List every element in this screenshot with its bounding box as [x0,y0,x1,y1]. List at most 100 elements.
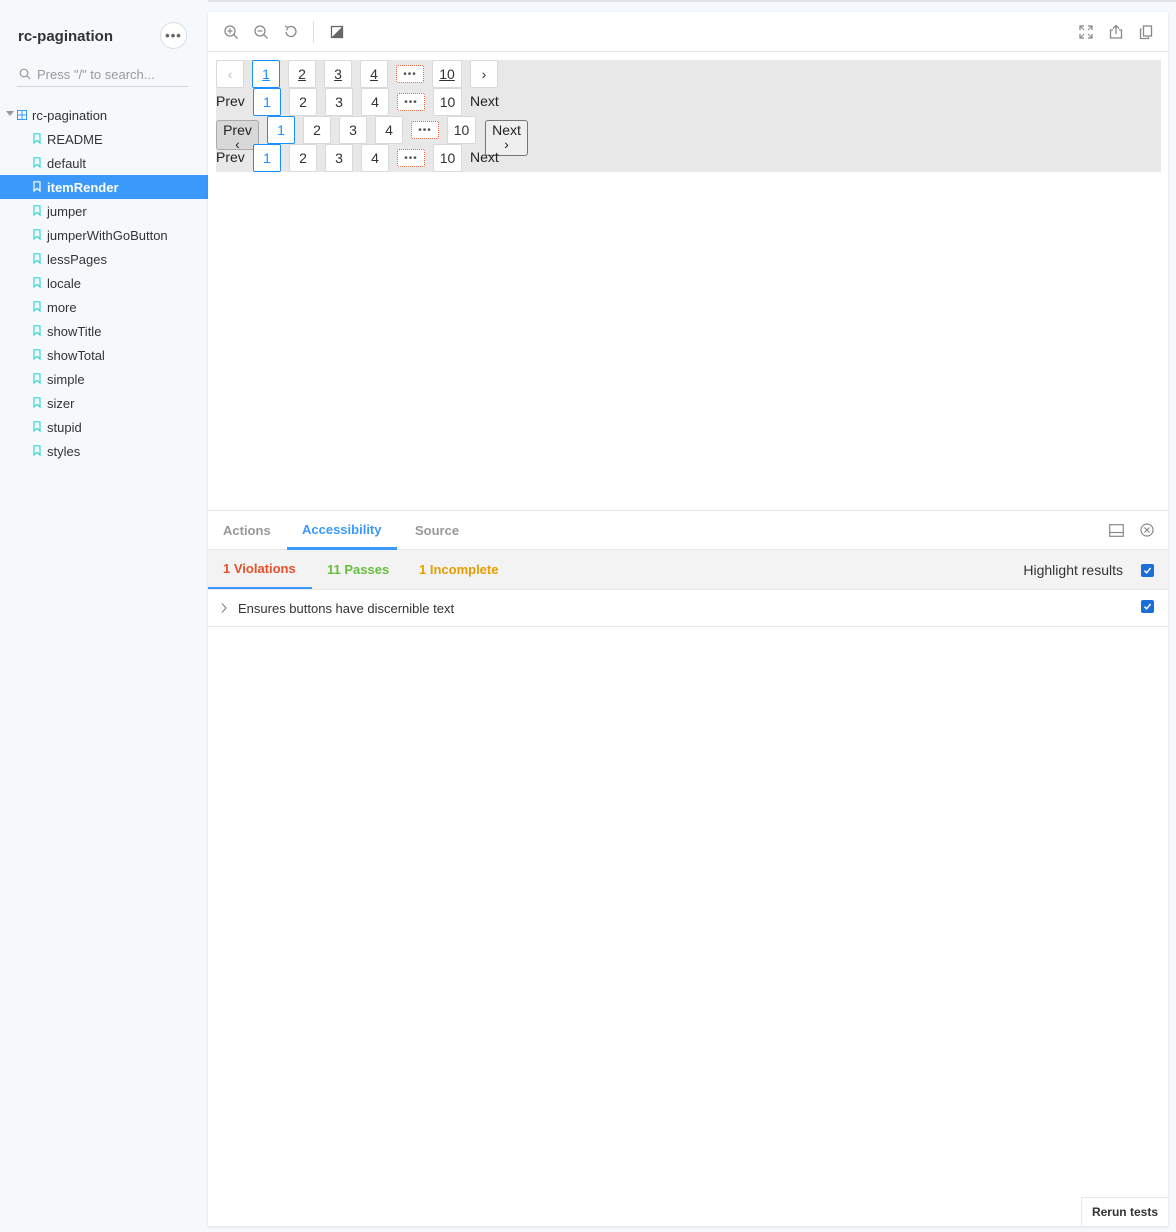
sidebar-story-item[interactable]: default [0,151,208,175]
violation-rule-row[interactable]: Ensures buttons have discernible text [208,590,1168,627]
tab-violations[interactable]: 1 Violations [208,550,312,589]
story-label: lessPages [47,252,107,267]
addon-tabs: Actions Accessibility Source [208,510,1168,550]
story-preview: ‹ 1 2 3 4 ••• 10 › Prev 1 2 3 4 ••• 10 N… [216,60,1161,172]
share-icon[interactable] [1108,24,1124,40]
page-item[interactable]: 3 [325,144,353,172]
sidebar-story-item[interactable]: simple [0,367,208,391]
highlight-results-checkbox[interactable] [1141,564,1154,577]
bookmark-icon [33,301,41,312]
page-item[interactable]: 10 [432,60,462,88]
sidebar-story-item[interactable]: styles [0,439,208,463]
sidebar: rc-pagination ••• rc-pagination README de… [0,0,208,1232]
sidebar-story-item[interactable]: stupid [0,415,208,439]
page-item[interactable]: 4 [361,88,389,116]
next-page-button[interactable]: › [470,60,498,88]
jump-next-button[interactable]: ••• [397,149,425,167]
panel-position-icon[interactable] [1109,524,1124,537]
search-input[interactable] [37,64,185,84]
zoom-out-icon[interactable] [253,24,269,40]
main-panel: ‹ 1 2 3 4 ••• 10 › Prev 1 2 3 4 ••• 10 N… [208,12,1168,1226]
story-label: simple [47,372,85,387]
reset-zoom-icon[interactable] [283,24,299,40]
close-panel-icon[interactable] [1140,523,1154,537]
page-item[interactable]: 1 [253,144,281,172]
sidebar-story-item[interactable]: locale [0,271,208,295]
page-item[interactable]: 3 [339,116,367,144]
sidebar-story-item[interactable]: itemRender [0,175,208,199]
rerun-tests-button[interactable]: Rerun tests [1080,1197,1168,1226]
caret-down-icon [6,111,14,116]
sidebar-story-item[interactable]: jumper [0,199,208,223]
highlight-results-label: Highlight results [1023,562,1123,578]
page-item[interactable]: 1 [267,116,295,144]
bookmark-icon [33,325,41,336]
jump-next-button[interactable]: ••• [397,93,425,111]
prev-page-link[interactable]: Prev [216,149,245,165]
tab-passes[interactable]: 11 Passes [327,550,389,589]
bookmark-icon [33,277,41,288]
bookmark-icon [33,397,41,408]
story-label: README [47,132,103,147]
tab-actions[interactable]: Actions [223,511,271,550]
page-item[interactable]: 3 [324,60,352,88]
prev-page-button[interactable]: ‹ [216,60,244,88]
page-item[interactable]: 10 [433,88,462,116]
fullscreen-icon[interactable] [1078,24,1094,40]
checkmark-icon [1143,603,1152,610]
tree-component-rc-pagination[interactable]: rc-pagination [0,104,208,126]
page-item[interactable]: 4 [375,116,403,144]
bookmark-icon [33,157,41,168]
bookmark-icon [33,445,41,456]
page-item[interactable]: 3 [325,88,353,116]
prev-button-label: Prev [223,122,252,138]
sidebar-menu-button[interactable]: ••• [160,22,187,49]
next-page-link[interactable]: Next [470,149,499,165]
next-button-label: Next [492,122,521,138]
page-item[interactable]: 10 [433,144,462,172]
page-item[interactable]: 4 [361,144,389,172]
sidebar-story-item[interactable]: lessPages [0,247,208,271]
next-page-link[interactable]: Next [470,93,499,109]
tab-incomplete[interactable]: 1 Incomplete [419,550,498,589]
sidebar-story-item[interactable]: showTotal [0,343,208,367]
chevron-right-icon[interactable] [220,602,228,614]
page-item[interactable]: 2 [303,116,331,144]
sidebar-story-item[interactable]: sizer [0,391,208,415]
bookmark-icon [33,373,41,384]
story-label: more [47,300,77,315]
rule-highlight-checkbox[interactable] [1141,600,1154,613]
sidebar-story-item[interactable]: more [0,295,208,319]
toolbar-divider [313,21,314,43]
sidebar-story-item[interactable]: showTitle [0,319,208,343]
page-item[interactable]: 1 [252,60,280,88]
story-label: sizer [47,396,75,411]
bookmark-icon [33,229,41,240]
background-toggle-icon[interactable] [329,24,345,40]
sidebar-title[interactable]: rc-pagination [18,28,113,45]
page-item[interactable]: 10 [447,116,476,144]
page-item[interactable]: 2 [288,60,316,88]
search-icon [19,68,31,80]
story-label: jumper [47,204,87,219]
ellipsis-icon: ••• [165,28,182,43]
jump-next-button[interactable]: ••• [396,65,424,83]
tab-source[interactable]: Source [415,511,459,550]
sidebar-story-item[interactable]: README [0,127,208,151]
prev-page-link[interactable]: Prev [216,93,245,109]
zoom-in-icon[interactable] [223,24,239,40]
page-item[interactable]: 2 [289,144,317,172]
a11y-result-tabs: 1 Violations 11 Passes 1 Incomplete High… [208,550,1168,590]
page-item[interactable]: 1 [253,88,281,116]
story-label: styles [47,444,81,459]
page-item[interactable]: 2 [289,88,317,116]
copy-link-icon[interactable] [1138,24,1154,40]
sidebar-story-item[interactable]: jumperWithGoButton [0,223,208,247]
tab-accessibility[interactable]: Accessibility [287,511,397,550]
jump-next-button[interactable]: ••• [411,121,439,139]
story-label: stupid [47,420,82,435]
tree-root-label: rc-pagination [32,108,108,123]
page-item[interactable]: 4 [360,60,388,88]
search-box [17,62,188,87]
bookmark-icon [33,253,41,264]
